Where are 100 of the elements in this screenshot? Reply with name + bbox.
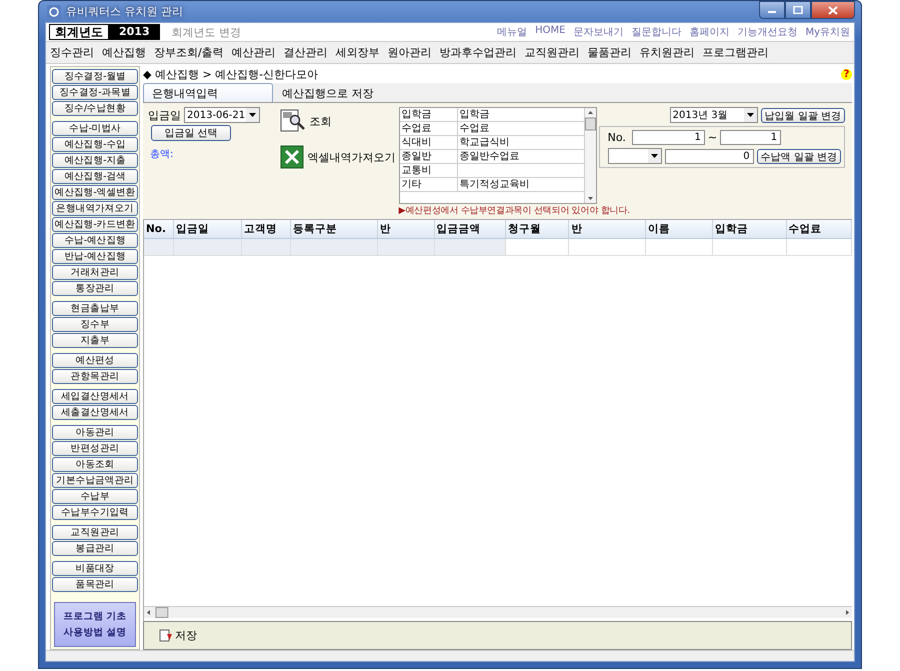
menu-item[interactable]: 물품관리 — [588, 45, 632, 60]
sidebar-button[interactable]: 예산편성 — [52, 353, 138, 368]
amount-dropdown[interactable] — [608, 148, 662, 164]
column-header[interactable]: No. — [144, 220, 174, 238]
sidebar-button[interactable]: 세출결산명세서 — [52, 405, 138, 420]
column-header[interactable]: 입금일 — [174, 220, 242, 238]
menu-item[interactable]: 원아관리 — [388, 45, 432, 60]
minimize-button[interactable] — [759, 1, 785, 19]
close-icon — [828, 6, 838, 14]
scrollbar[interactable] — [144, 606, 852, 618]
menu-item[interactable]: 장부조회/출력 — [154, 45, 224, 60]
sidebar-button[interactable]: 수납-미법사 — [52, 121, 138, 136]
sidebar-button[interactable]: 예산집행-엑셀변환 — [52, 185, 138, 200]
tab[interactable]: 예산집행으로 저장 — [273, 84, 403, 102]
sidebar-button[interactable]: 예산집행-카드변환 — [52, 217, 138, 232]
excel-import-button[interactable]: 엑셀내역가져오기 — [308, 150, 396, 164]
month-dropdown[interactable]: 2013년 3월 — [670, 107, 758, 123]
fiscal-year-change-link[interactable]: 회계년도 변경 — [172, 24, 242, 40]
date-select-button[interactable]: 입금일 선택 — [151, 125, 231, 141]
save-button[interactable]: 저장 — [158, 627, 198, 644]
sidebar-button[interactable]: 징수결정-월별 — [52, 69, 138, 84]
amount-field[interactable]: 0 — [664, 148, 754, 164]
top-link[interactable]: 질문합니다 — [631, 25, 682, 39]
tab[interactable]: 은행내역입력 — [143, 83, 273, 102]
fiscal-year-label: 회계년도 — [49, 24, 109, 40]
sidebar-button[interactable]: 비품대장 — [52, 561, 138, 576]
list-cell-text: 입학금 — [458, 108, 490, 121]
sidebar-button[interactable]: 현금출납부 — [52, 301, 138, 316]
no-to-field[interactable]: 1 — [720, 130, 782, 145]
menu-item[interactable]: 예산집행 — [102, 45, 146, 60]
menu-item[interactable]: 결산관리 — [284, 45, 328, 60]
top-link[interactable]: HOME — [535, 25, 566, 39]
sidebar-button[interactable]: 거래처관리 — [52, 265, 138, 280]
sidebar-button[interactable]: 예산집행-지출 — [52, 153, 138, 168]
sidebar-button[interactable]: 지출부 — [52, 333, 138, 348]
list-cell: 기타 — [400, 178, 458, 191]
column-header[interactable]: 수업료 — [786, 220, 852, 238]
sidebar-button[interactable]: 반편성관리 — [52, 441, 138, 456]
top-link[interactable]: 메뉴얼 — [497, 25, 528, 39]
sidebar-button[interactable]: 봉급관리 — [52, 541, 138, 556]
menu-item[interactable]: 교직원관리 — [524, 45, 580, 60]
sidebar-button[interactable]: 수납부수기입력 — [52, 505, 138, 520]
sidebar-button[interactable]: 아동조회 — [52, 457, 138, 472]
column-header[interactable]: 반 — [378, 220, 435, 238]
sidebar-button[interactable]: 예산집행-검색 — [52, 169, 138, 184]
warning-text: ▶예산편성에서 수납부연결과목이 선택되어 있어야 합니다. — [398, 205, 630, 218]
no-from-field[interactable]: 1 — [632, 130, 705, 145]
list-cell: 수업료 — [400, 122, 458, 135]
sidebar-button[interactable]: 기본수납금액관리 — [52, 473, 138, 488]
sidebar-button[interactable]: 아동관리 — [52, 425, 138, 440]
help-guide-button[interactable]: 프로그램 기초 사용방법 설명 — [54, 602, 136, 647]
menu-item[interactable]: 징수관리 — [50, 45, 94, 60]
help-icon[interactable]: ? — [841, 69, 852, 80]
sidebar-button[interactable]: 수납부 — [52, 489, 138, 504]
list-cell: 교통비 — [400, 164, 458, 177]
sidebar-button[interactable]: 관항목관리 — [52, 369, 138, 384]
list-cell-text: 학교급식비 — [458, 136, 510, 149]
amount-change-button[interactable]: 수납액 일괄 변경 — [756, 148, 841, 164]
month-change-button[interactable]: 납입월 일괄 변경 — [760, 108, 845, 122]
query-button[interactable]: 조회 — [310, 114, 332, 128]
column-header[interactable]: 등록구분 — [290, 220, 378, 238]
menu-item[interactable]: 프로그램관리 — [702, 45, 769, 60]
sidebar-button[interactable]: 세입결산명세서 — [52, 389, 138, 404]
maximize-button[interactable] — [785, 1, 811, 19]
column-header[interactable]: 입학금 — [713, 220, 787, 238]
top-link[interactable]: My유치원 — [805, 25, 850, 39]
list-cell: 종일반 — [400, 150, 458, 163]
sidebar-button[interactable]: 징수부 — [52, 317, 138, 332]
list-cell-text: 수업료 — [458, 122, 490, 135]
date-dropdown[interactable]: 2013-06-21 — [184, 107, 260, 123]
column-header[interactable]: 입금금액 — [434, 220, 506, 238]
list-cell-text: 특기적성교육비 — [458, 178, 530, 191]
menu-item[interactable]: 유치원관리 — [640, 45, 695, 60]
column-header[interactable]: 반 — [569, 220, 646, 238]
breadcrumb: ◆ 예산집행 > 예산집행-신한다모아 — [143, 67, 318, 82]
list-cell: 식대비 — [400, 136, 458, 149]
sidebar-button[interactable]: 은행내역가져오기 — [52, 201, 138, 216]
menu-item[interactable]: 방과후수업관리 — [440, 45, 517, 60]
no-label: No. — [608, 131, 626, 144]
top-link[interactable]: 기능개선요청 — [737, 25, 798, 39]
top-link[interactable]: 홈페이지 — [689, 25, 730, 39]
tilde-text: ~ — [708, 131, 718, 144]
save-icon — [159, 629, 173, 642]
column-header[interactable]: 청구월 — [506, 220, 570, 238]
sidebar-button[interactable]: 통장관리 — [52, 281, 138, 296]
list-cell-text: 종일반수업료 — [458, 150, 520, 163]
column-header[interactable]: 이름 — [646, 220, 714, 238]
top-link[interactable]: 문자보내기 — [573, 25, 624, 39]
sidebar-button[interactable]: 수납-예산집행 — [52, 233, 138, 248]
sidebar-button[interactable]: 반납-예산집행 — [52, 249, 138, 264]
sidebar-button[interactable]: 품목관리 — [52, 577, 138, 592]
menu-item[interactable]: 예산관리 — [232, 45, 276, 60]
menu-item[interactable]: 세외장부 — [336, 45, 380, 60]
sidebar-button[interactable]: 징수결정-과목별 — [52, 85, 138, 100]
sidebar-button[interactable]: 징수/수납현황 — [52, 101, 138, 116]
sidebar-button[interactable]: 예산집행-수입 — [52, 137, 138, 152]
sidebar-button[interactable]: 교직원관리 — [52, 525, 138, 540]
close-button[interactable] — [811, 1, 855, 19]
scrollbar[interactable] — [584, 108, 596, 203]
column-header[interactable]: 고객명 — [242, 220, 291, 238]
